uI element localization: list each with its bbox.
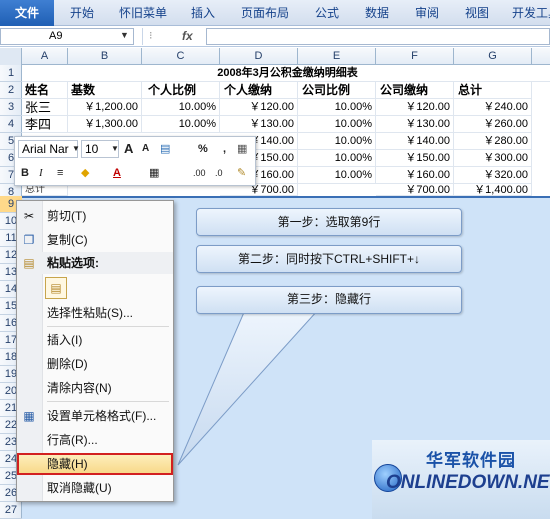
paste-icon: ▤	[23, 256, 35, 270]
menu-separator	[47, 326, 169, 327]
menu-item-label: 取消隐藏(U)	[47, 481, 112, 495]
menu-item-delete[interactable]: 删除(D)	[17, 353, 173, 375]
menu-item-unhide[interactable]: 取消隐藏(U)	[17, 477, 173, 499]
copy-icon: ❐	[23, 233, 35, 247]
menu-item-label: 复制(C)	[47, 233, 88, 247]
menu-item-label: 插入(I)	[47, 333, 83, 347]
menu-item-label: 粘贴选项:	[47, 256, 99, 270]
menu-item-cut[interactable]: ✂ 剪切(T)	[17, 205, 173, 227]
paste-option-icon[interactable]: ▤	[45, 277, 67, 299]
menu-item-paste-special[interactable]: 选择性粘贴(S)...	[17, 302, 173, 324]
menu-item-label: 行高(R)...	[47, 433, 98, 447]
scissors-icon: ✂	[23, 209, 35, 223]
menu-item-label: 选择性粘贴(S)...	[47, 306, 133, 320]
context-menu: ✂ 剪切(T) ❐ 复制(C) ▤ 粘贴选项: ▤ 选择性粘贴(S)... 插入…	[16, 200, 174, 502]
watermark-text-cn: 华军软件园	[426, 451, 516, 470]
menu-item-hide[interactable]: 隐藏(H)	[17, 453, 173, 475]
menu-item-clear-contents[interactable]: 清除内容(N)	[17, 377, 173, 399]
callout-step2: 第二步：同时按下CTRL+SHIFT+↓	[196, 245, 462, 273]
menu-separator	[47, 401, 169, 402]
menu-item-label: 删除(D)	[47, 357, 88, 371]
format-cells-icon: ▦	[23, 409, 35, 423]
menu-item-row-height[interactable]: 行高(R)...	[17, 429, 173, 451]
watermark-text-en: ONLINEDOWN.NET	[386, 472, 550, 493]
menu-item-label: 清除内容(N)	[47, 381, 112, 395]
menu-item-label: 剪切(T)	[47, 209, 87, 223]
callout-step1: 第一步：选取第9行	[196, 208, 462, 236]
menu-item-label: 设置单元格格式(F)...	[47, 409, 157, 423]
menu-item-copy[interactable]: ❐ 复制(C)	[17, 229, 173, 251]
menu-item-insert[interactable]: 插入(I)	[17, 329, 173, 351]
menu-section-paste-options: ▤ 粘贴选项:	[17, 252, 173, 274]
menu-item-format-cells[interactable]: ▦ 设置单元格格式(F)...	[17, 405, 173, 427]
menu-item-label: 隐藏(H)	[47, 457, 88, 471]
callout-step3: 第三步：隐藏行	[196, 286, 462, 314]
